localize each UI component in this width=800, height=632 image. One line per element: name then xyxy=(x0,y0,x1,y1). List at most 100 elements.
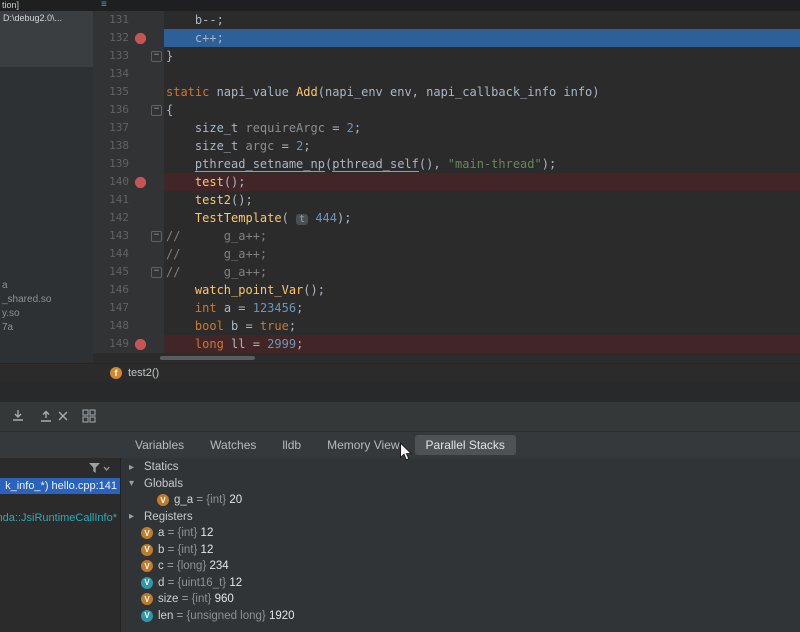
editor-line-148[interactable]: 148 bool b = true; xyxy=(93,317,800,335)
line-number: 133 xyxy=(109,49,129,62)
gutter: 143 − xyxy=(93,227,164,245)
variable-icon: V xyxy=(141,543,153,556)
library-item[interactable]: 7a xyxy=(2,321,51,335)
gutter: 132 xyxy=(93,29,164,47)
remove-watch-icon[interactable] xyxy=(57,410,69,422)
variable-g_a[interactable]: Vg_a = {int} 20 xyxy=(121,492,800,509)
fold-marker[interactable]: − xyxy=(149,263,164,281)
editor-line-149[interactable]: 149 long ll = 2999; xyxy=(93,335,800,353)
editor-line-131[interactable]: 131 b--; xyxy=(93,11,800,29)
editor-line-145[interactable]: 145 −// g_a++; xyxy=(93,263,800,281)
editor-line-133[interactable]: 133 −} xyxy=(93,47,800,65)
fold-marker xyxy=(149,191,164,209)
line-number: 135 xyxy=(109,85,129,98)
gutter-icon-slot xyxy=(131,119,149,137)
line-number: 132 xyxy=(109,31,129,44)
editor-line-138[interactable]: 138 size_t argc = 2; xyxy=(93,137,800,155)
variable-d[interactable]: Vd = {uint16_t} 12 xyxy=(121,575,800,592)
line-number: 142 xyxy=(109,211,129,224)
horizontal-scrollbar[interactable] xyxy=(160,356,255,360)
breakpoint-icon[interactable] xyxy=(131,173,149,191)
breakpoint-icon[interactable] xyxy=(131,29,149,47)
gutter-icon-slot xyxy=(131,281,149,299)
tab-variables[interactable]: Variables xyxy=(124,435,195,455)
filter-funnel-icon[interactable] xyxy=(88,462,112,475)
step-out-icon[interactable] xyxy=(38,408,54,424)
variable-len[interactable]: Vlen = {unsigned long} 1920 xyxy=(121,608,800,625)
code-text: pthread_setname_np(pthread_self(), "main… xyxy=(194,157,557,171)
tab-lldb[interactable]: lldb xyxy=(271,435,312,455)
chevron-icon[interactable]: ▸ xyxy=(129,511,139,522)
gutter-icon-slot xyxy=(131,47,149,65)
editor-line-136[interactable]: 136 −{ xyxy=(93,101,800,119)
variable-b[interactable]: Vb = {int} 12 xyxy=(121,542,800,559)
panel-divider-band xyxy=(0,382,800,402)
library-item[interactable]: a xyxy=(2,279,51,293)
fold-marker xyxy=(149,155,164,173)
editor-line-140[interactable]: 140 test(); xyxy=(93,173,800,191)
list-icon: ≡ xyxy=(101,0,107,10)
editor-line-142[interactable]: 142 TestTemplate( t 444); xyxy=(93,209,800,227)
tab-memory-view[interactable]: Memory View xyxy=(316,435,410,455)
library-item[interactable]: y.so xyxy=(2,307,51,321)
editor-line-135[interactable]: 135 static napi_value Add(napi_env env, n… xyxy=(93,83,800,101)
tab-watches[interactable]: Watches xyxy=(199,435,267,455)
gutter: 133 − xyxy=(93,47,164,65)
tree-group-statics[interactable]: ▸ Statics xyxy=(121,459,800,476)
editor-line-134[interactable]: 134 xyxy=(93,65,800,83)
editor-line-132[interactable]: 132 c++; xyxy=(93,29,800,47)
code-editor[interactable]: 131 b--; 132 c++; 133−} 134 135 static napi_v… xyxy=(93,11,800,363)
fold-marker xyxy=(149,11,164,29)
gutter-icon-slot xyxy=(131,245,149,263)
fold-marker xyxy=(149,29,164,47)
editor-line-146[interactable]: 146 watch_point_Var(); xyxy=(93,281,800,299)
code-text: size_t argc = 2; xyxy=(166,139,311,153)
code-text: test2(); xyxy=(194,193,253,207)
editor-line-143[interactable]: 143 −// g_a++; xyxy=(93,227,800,245)
variable-text: c = {long} 234 xyxy=(158,560,229,573)
chevron-icon[interactable]: ▾ xyxy=(129,478,139,489)
gutter: 139 xyxy=(93,155,164,173)
step-into-icon[interactable] xyxy=(10,408,26,424)
variable-a[interactable]: Va = {int} 12 xyxy=(121,525,800,542)
fold-marker xyxy=(149,335,164,353)
code-text: size_t requireArgc = 2; xyxy=(166,121,362,135)
editor-line-144[interactable]: 144 // g_a++; xyxy=(93,245,800,263)
fold-marker[interactable]: − xyxy=(149,101,164,119)
fold-marker xyxy=(149,209,164,227)
gutter-icon-slot xyxy=(131,227,149,245)
breakpoint-icon[interactable] xyxy=(131,335,149,353)
layout-grid-icon[interactable] xyxy=(81,408,97,424)
tree-group-globals[interactable]: ▾ Globals xyxy=(121,476,800,493)
chevron-icon[interactable]: ▸ xyxy=(129,462,139,473)
gutter: 144 xyxy=(93,245,164,263)
fold-marker[interactable]: − xyxy=(149,47,164,65)
editor-line-141[interactable]: 141 test2(); xyxy=(93,191,800,209)
gutter-icon-slot xyxy=(131,11,149,29)
variable-icon: V xyxy=(141,560,153,573)
breadcrumb-function[interactable]: test2() xyxy=(128,367,159,379)
frame-row[interactable]: nda::JsiRuntimeCallInfo* xyxy=(0,510,120,526)
fold-marker xyxy=(149,119,164,137)
library-item[interactable]: _shared.so xyxy=(2,293,51,307)
variable-c[interactable]: Vc = {long} 234 xyxy=(121,558,800,575)
editor-line-139[interactable]: 139 pthread_setname_np(pthread_self(), "… xyxy=(93,155,800,173)
fold-marker[interactable]: − xyxy=(149,227,164,245)
project-path: D:\debug2.0\... xyxy=(0,11,93,67)
editor-line-137[interactable]: 137 size_t requireArgc = 2; xyxy=(93,119,800,137)
line-number: 139 xyxy=(109,157,129,170)
gutter-icon-slot xyxy=(131,317,149,335)
frame-row[interactable]: k_info_*) hello.cpp:141 xyxy=(0,478,120,494)
code-text: TestTemplate( t 444); xyxy=(194,211,352,225)
line-number: 134 xyxy=(109,67,129,80)
variable-size[interactable]: Vsize = {int} 960 xyxy=(121,591,800,608)
variable-text: b = {int} 12 xyxy=(158,543,214,556)
tree-group-registers[interactable]: ▸ Registers xyxy=(121,509,800,526)
tab-parallel-stacks[interactable]: Parallel Stacks xyxy=(414,435,516,455)
line-number: 136 xyxy=(109,103,129,116)
debugger-bottom-area: k_info_*) hello.cpp:141nda::JsiRuntimeCa… xyxy=(0,458,800,632)
fold-marker xyxy=(149,65,164,83)
editor-line-147[interactable]: 147 int a = 123456; xyxy=(93,299,800,317)
line-number: 146 xyxy=(109,283,129,296)
variable-text: size = {int} 960 xyxy=(158,593,234,606)
